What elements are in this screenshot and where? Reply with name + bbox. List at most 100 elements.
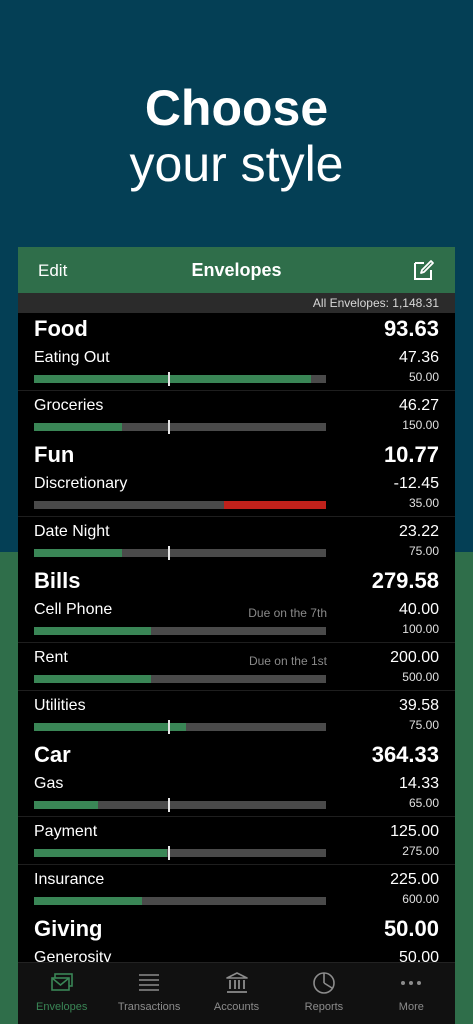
- page-title: Envelopes: [191, 260, 282, 280]
- envelope-name: Rent: [34, 649, 68, 666]
- envelope-budget: 150.00: [402, 418, 439, 432]
- envelope-progress-fill: [34, 549, 122, 557]
- envelope-progress-bar: [34, 846, 326, 860]
- tab-accounts[interactable]: Accounts: [193, 963, 280, 1024]
- navigation-bar: Edit Envelopes: [18, 247, 455, 293]
- tab-label: Envelopes: [36, 1001, 88, 1013]
- tab-transactions[interactable]: Transactions: [105, 963, 192, 1024]
- envelope-balance: 200.00: [390, 649, 439, 666]
- envelope-progress-marker: [168, 720, 170, 734]
- envelopes-icon: [49, 971, 75, 995]
- envelope-budget: 50.00: [408, 370, 439, 384]
- envelope-row[interactable]: Generosity 50.00: [18, 943, 455, 963]
- envelope-progress-fill: [224, 501, 326, 509]
- envelope-progress-bar: [34, 720, 326, 734]
- envelope-progress-fill: [34, 675, 151, 683]
- tab-label: Reports: [304, 1001, 344, 1013]
- envelope-progress-fill: [34, 801, 98, 809]
- envelope-progress-marker: [168, 420, 170, 434]
- envelope-progress-marker: [168, 546, 170, 560]
- envelope-row[interactable]: Rent Due on the 1st 200.00 500.00: [18, 643, 455, 691]
- envelope-row[interactable]: Gas 14.33 65.00: [18, 769, 455, 817]
- tab-label: More: [398, 1001, 424, 1013]
- envelope-row[interactable]: Discretionary -12.45 35.00: [18, 469, 455, 517]
- envelope-balance: 125.00: [390, 823, 439, 840]
- group-total: 279.58: [371, 568, 439, 593]
- envelope-name: Generosity: [34, 949, 112, 963]
- envelope-due-date: Due on the 7th: [248, 606, 327, 620]
- headline-line-1: Choose: [144, 80, 329, 136]
- phone-screen: Edit Envelopes All Envelopes: 1,148.31 F…: [18, 247, 455, 1024]
- envelope-progress-bar: [34, 546, 326, 560]
- tab-more[interactable]: More: [368, 963, 455, 1024]
- envelope-budget: 275.00: [402, 844, 439, 858]
- envelope-balance: 225.00: [390, 871, 439, 888]
- envelope-progress-bar: [34, 501, 326, 509]
- envelope-progress-marker: [168, 372, 170, 386]
- envelope-name: Discretionary: [34, 475, 128, 492]
- envelope-progress-fill: [34, 723, 186, 731]
- headline: Choose your style: [0, 80, 473, 192]
- envelope-balance: 14.33: [398, 775, 439, 792]
- envelope-balance: -12.45: [393, 475, 439, 492]
- envelope-row[interactable]: Eating Out 47.36 50.00: [18, 343, 455, 391]
- envelope-progress-bar: [34, 897, 326, 905]
- envelope-budget: 600.00: [402, 892, 439, 906]
- envelope-budget: 75.00: [408, 718, 439, 732]
- tab-reports[interactable]: Reports: [280, 963, 367, 1024]
- envelope-budget: 35.00: [408, 496, 439, 510]
- envelope-row[interactable]: Utilities 39.58 75.00: [18, 691, 455, 739]
- envelope-progress-bar: [34, 675, 326, 683]
- envelope-row[interactable]: Groceries 46.27 150.00: [18, 391, 455, 439]
- group-header[interactable]: Giving 50.00: [18, 913, 455, 943]
- envelope-name: Gas: [34, 775, 64, 792]
- envelope-balance: 39.58: [398, 697, 439, 714]
- group-header[interactable]: Bills 279.58: [18, 565, 455, 595]
- reports-icon: [311, 971, 337, 995]
- group-name: Food: [34, 316, 88, 341]
- group-header[interactable]: Car 364.33: [18, 739, 455, 769]
- envelope-budget: 100.00: [402, 622, 439, 636]
- envelope-progress-fill: [34, 897, 142, 905]
- group-name: Giving: [34, 916, 103, 941]
- envelope-list: Food 93.63 Eating Out 47.36 50.00 Groceries 46…: [18, 313, 455, 963]
- more-icon: [398, 971, 424, 995]
- group-total: 10.77: [383, 442, 439, 467]
- envelope-row[interactable]: Payment 125.00 275.00: [18, 817, 455, 865]
- envelope-name: Cell Phone: [34, 601, 113, 618]
- edit-button[interactable]: Edit: [38, 261, 67, 281]
- envelope-progress-bar: [34, 798, 326, 812]
- compose-icon[interactable]: [411, 258, 435, 282]
- envelope-progress-fill: [34, 375, 311, 383]
- group-total: 50.00: [383, 916, 439, 941]
- envelope-progress-marker: [168, 798, 170, 812]
- group-name: Car: [34, 742, 71, 767]
- all-envelopes-total: All Envelopes: 1,148.31: [18, 293, 455, 313]
- envelope-progress-fill: [34, 423, 122, 431]
- headline-line-2: your style: [129, 136, 344, 192]
- envelope-balance: 23.22: [398, 523, 439, 540]
- envelope-row[interactable]: Date Night 23.22 75.00: [18, 517, 455, 565]
- envelope-budget: 75.00: [408, 544, 439, 558]
- envelope-row[interactable]: Cell Phone Due on the 7th 40.00 100.00: [18, 595, 455, 643]
- envelope-balance: 46.27: [398, 397, 439, 414]
- envelope-row[interactable]: Insurance 225.00 600.00: [18, 865, 455, 913]
- accounts-icon: [224, 971, 250, 995]
- envelope-name: Utilities: [34, 697, 86, 714]
- envelope-balance: 40.00: [398, 601, 439, 618]
- tab-envelopes[interactable]: Envelopes: [18, 963, 105, 1024]
- envelope-progress-marker: [168, 846, 170, 860]
- envelope-budget: 500.00: [402, 670, 439, 684]
- envelope-name: Date Night: [34, 523, 110, 540]
- group-header[interactable]: Food 93.63: [18, 313, 455, 343]
- tab-label: Accounts: [213, 1001, 260, 1013]
- envelope-budget: 65.00: [408, 796, 439, 810]
- envelope-progress-fill: [34, 627, 151, 635]
- envelope-progress-bar: [34, 372, 326, 386]
- group-header[interactable]: Fun 10.77: [18, 439, 455, 469]
- envelope-name: Eating Out: [34, 349, 110, 366]
- tab-bar: Envelopes Transactions Accounts Reports More: [18, 962, 455, 1024]
- group-total: 93.63: [383, 316, 439, 341]
- envelope-name: Insurance: [34, 871, 105, 888]
- envelope-progress-bar: [34, 420, 326, 434]
